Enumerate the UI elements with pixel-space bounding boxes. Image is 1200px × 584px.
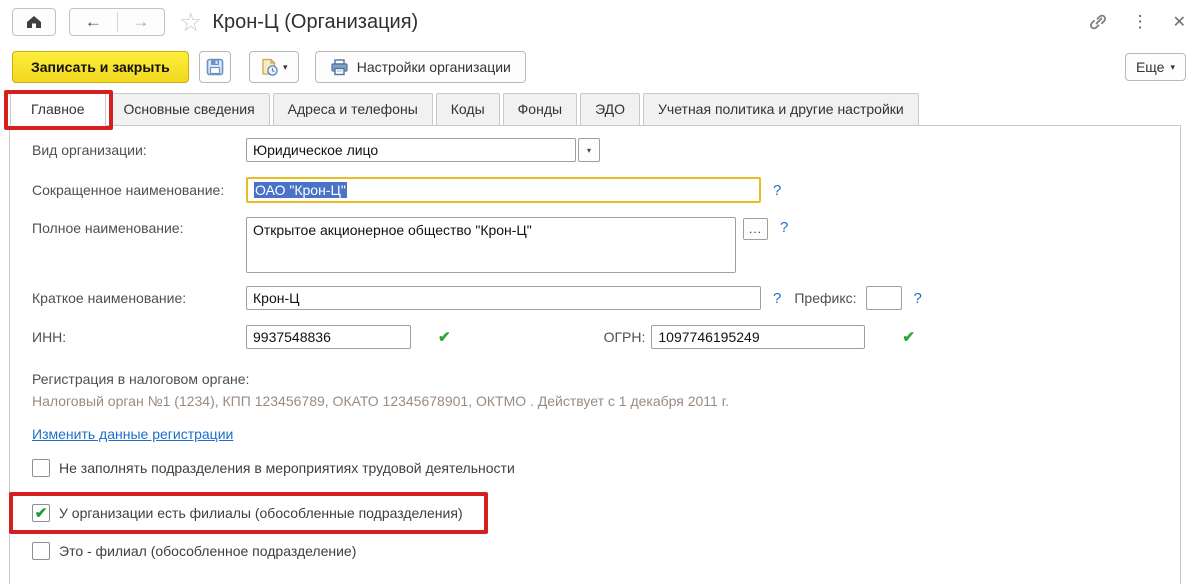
brief-name-label: Краткое наименование: — [32, 290, 246, 306]
checkbox-row-has-branches: ✔ У организации есть филиалы (обособленн… — [32, 504, 463, 522]
short-name-selected-text: ОАО "Крон-Ц" — [254, 182, 347, 198]
page-title: Крон-Ц (Организация) — [212, 11, 418, 34]
caret-down-icon: ▾ — [587, 146, 591, 155]
close-icon[interactable]: ✕ — [1173, 12, 1186, 32]
org-kind-label: Вид организации: — [32, 142, 246, 158]
brief-name-value: Крон-Ц — [253, 290, 299, 306]
short-name-help-icon[interactable]: ? — [773, 182, 781, 199]
window-header: ← → ☆ Крон-Ц (Организация) ⋮ ✕ — [12, 6, 1186, 38]
tab-uchetnaya-politika[interactable]: Учетная политика и другие настройки — [643, 93, 919, 126]
checkbox-row-no-subdivisions: Не заполнять подразделения в мероприятия… — [32, 459, 515, 477]
inn-valid-icon: ✔ — [438, 328, 451, 346]
tab-edo[interactable]: ЭДО — [580, 93, 640, 126]
tab-osnovnye-svedeniya[interactable]: Основные сведения — [109, 93, 270, 126]
org-settings-button[interactable]: Настройки организации — [315, 51, 526, 83]
full-name-help-icon[interactable]: ? — [780, 219, 788, 236]
save-icon — [206, 58, 224, 76]
registration-info: Налоговый орган №1 (1234), КПП 123456789… — [32, 391, 780, 412]
form-toolbar: Записать и закрыть ▾ — [12, 50, 1186, 84]
favorite-star-icon[interactable]: ☆ — [179, 9, 202, 35]
brief-name-help-icon[interactable]: ? — [773, 290, 781, 307]
checkbox-has-branches-label: У организации есть филиалы (обособленные… — [59, 505, 463, 521]
change-registration-link[interactable]: Изменить данные регистрации — [32, 426, 233, 442]
checkbox-has-branches[interactable]: ✔ — [32, 504, 50, 522]
org-settings-label: Настройки организации — [357, 59, 511, 75]
checkbox-is-branch[interactable] — [32, 542, 50, 560]
forward-button[interactable]: → — [117, 9, 164, 35]
ogrn-input[interactable]: 1097746195249 — [651, 325, 865, 349]
home-icon — [25, 14, 43, 30]
header-actions: ⋮ ✕ — [1088, 12, 1186, 32]
history-nav-group: ← → — [69, 8, 165, 36]
history-icon — [260, 58, 279, 77]
short-name-label: Сокращенное наименование: — [32, 182, 246, 198]
org-kind-dropdown-button[interactable]: ▾ — [578, 138, 600, 162]
org-kind-select[interactable]: Юридическое лицо — [246, 138, 576, 162]
short-name-input[interactable]: ОАО "Крон-Ц" — [246, 177, 761, 203]
forward-arrow-icon: → — [132, 12, 149, 32]
checkbox-check-icon: ✔ — [35, 506, 48, 521]
full-name-expand-button[interactable]: ... — [743, 218, 768, 240]
checkbox-no-subdivisions[interactable] — [32, 459, 50, 477]
registration-title: Регистрация в налоговом органе: — [32, 371, 1180, 387]
save-and-close-button[interactable]: Записать и закрыть — [12, 51, 189, 83]
checkbox-no-subdivisions-label: Не заполнять подразделения в мероприятия… — [59, 460, 515, 476]
full-name-label: Полное наименование: — [32, 220, 246, 236]
caret-down-icon: ▾ — [283, 62, 288, 73]
back-arrow-icon: ← — [85, 12, 102, 32]
prefix-input[interactable] — [866, 286, 902, 310]
full-name-textarea[interactable]: Открытое акционерное общество "Крон-Ц" — [246, 217, 736, 273]
brief-name-input[interactable]: Крон-Ц — [246, 286, 761, 310]
home-button[interactable] — [12, 8, 56, 36]
full-name-value: Открытое акционерное общество "Крон-Ц" — [253, 222, 532, 238]
copy-link-icon[interactable] — [1088, 12, 1108, 32]
inn-input[interactable]: 9937548836 — [246, 325, 411, 349]
inn-label: ИНН: — [32, 329, 246, 345]
inn-value: 9937548836 — [253, 329, 331, 345]
checkbox-row-is-branch: Это - филиал (обособленное подразделение… — [32, 542, 356, 560]
registration-block: Регистрация в налоговом органе: Налоговы… — [32, 371, 1180, 412]
save-button[interactable] — [199, 51, 231, 83]
org-kind-value: Юридическое лицо — [253, 142, 378, 158]
change-history-button[interactable]: ▾ — [249, 51, 299, 83]
caret-down-icon: ▾ — [1170, 62, 1175, 73]
ogrn-label: ОГРН: — [604, 329, 646, 345]
prefix-help-icon[interactable]: ? — [914, 290, 922, 307]
more-label: Еще — [1136, 59, 1165, 75]
ogrn-value: 1097746195249 — [658, 329, 759, 345]
organization-card-window: ← → ☆ Крон-Ц (Организация) ⋮ ✕ Записать … — [0, 0, 1200, 584]
back-button[interactable]: ← — [70, 9, 117, 35]
prefix-label: Префикс: — [794, 290, 856, 306]
more-actions-button[interactable]: Еще ▾ — [1125, 53, 1186, 81]
checkbox-is-branch-label: Это - филиал (обособленное подразделение… — [59, 543, 356, 559]
ogrn-valid-icon: ✔ — [902, 328, 915, 346]
tab-fondy[interactable]: Фонды — [503, 93, 577, 126]
more-menu-icon[interactable]: ⋮ — [1132, 12, 1149, 32]
tab-glavnoe[interactable]: Главное — [10, 92, 106, 126]
tab-adresa-i-telefony[interactable]: Адреса и телефоны — [273, 93, 433, 126]
tab-kody[interactable]: Коды — [436, 93, 500, 126]
tab-strip: Главное Основные сведения Адреса и телеф… — [10, 92, 1180, 126]
tab-content-main: Вид организации: Юридическое лицо ▾ Сокр… — [9, 125, 1181, 584]
printer-icon — [330, 59, 349, 76]
